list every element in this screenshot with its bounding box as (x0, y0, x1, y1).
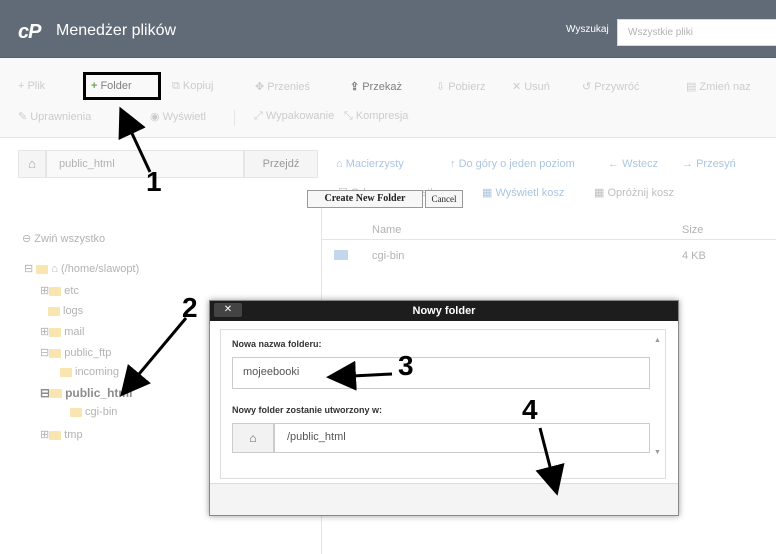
annotation-4: 4 (522, 394, 538, 425)
location-input: /public_html (274, 423, 650, 453)
close-icon[interactable]: ✕ (214, 303, 242, 317)
highlight-box (83, 72, 161, 100)
dialog-footer (210, 483, 678, 515)
folder-name-label: Nowa nazwa folderu: (232, 339, 322, 349)
dialog-body (220, 329, 666, 479)
folder-name-input[interactable]: mojeebooki (232, 357, 650, 389)
annotation-2: 2 (182, 292, 198, 323)
home-icon: ⌂ (232, 423, 274, 453)
dialog-scrollbar[interactable]: ▲ ▼ (654, 337, 662, 457)
annotation-1: 1 (146, 166, 162, 197)
cancel-button[interactable]: Cancel (425, 190, 463, 208)
location-label: Nowy folder zostanie utworzony w: (232, 405, 383, 415)
create-folder-button[interactable]: Create New Folder (307, 190, 423, 208)
new-folder-dialog: Nowy folder ✕ Nowa nazwa folderu: mojeeb… (209, 300, 679, 516)
dialog-title: Nowy folder (210, 301, 678, 321)
annotation-3: 3 (398, 350, 414, 381)
